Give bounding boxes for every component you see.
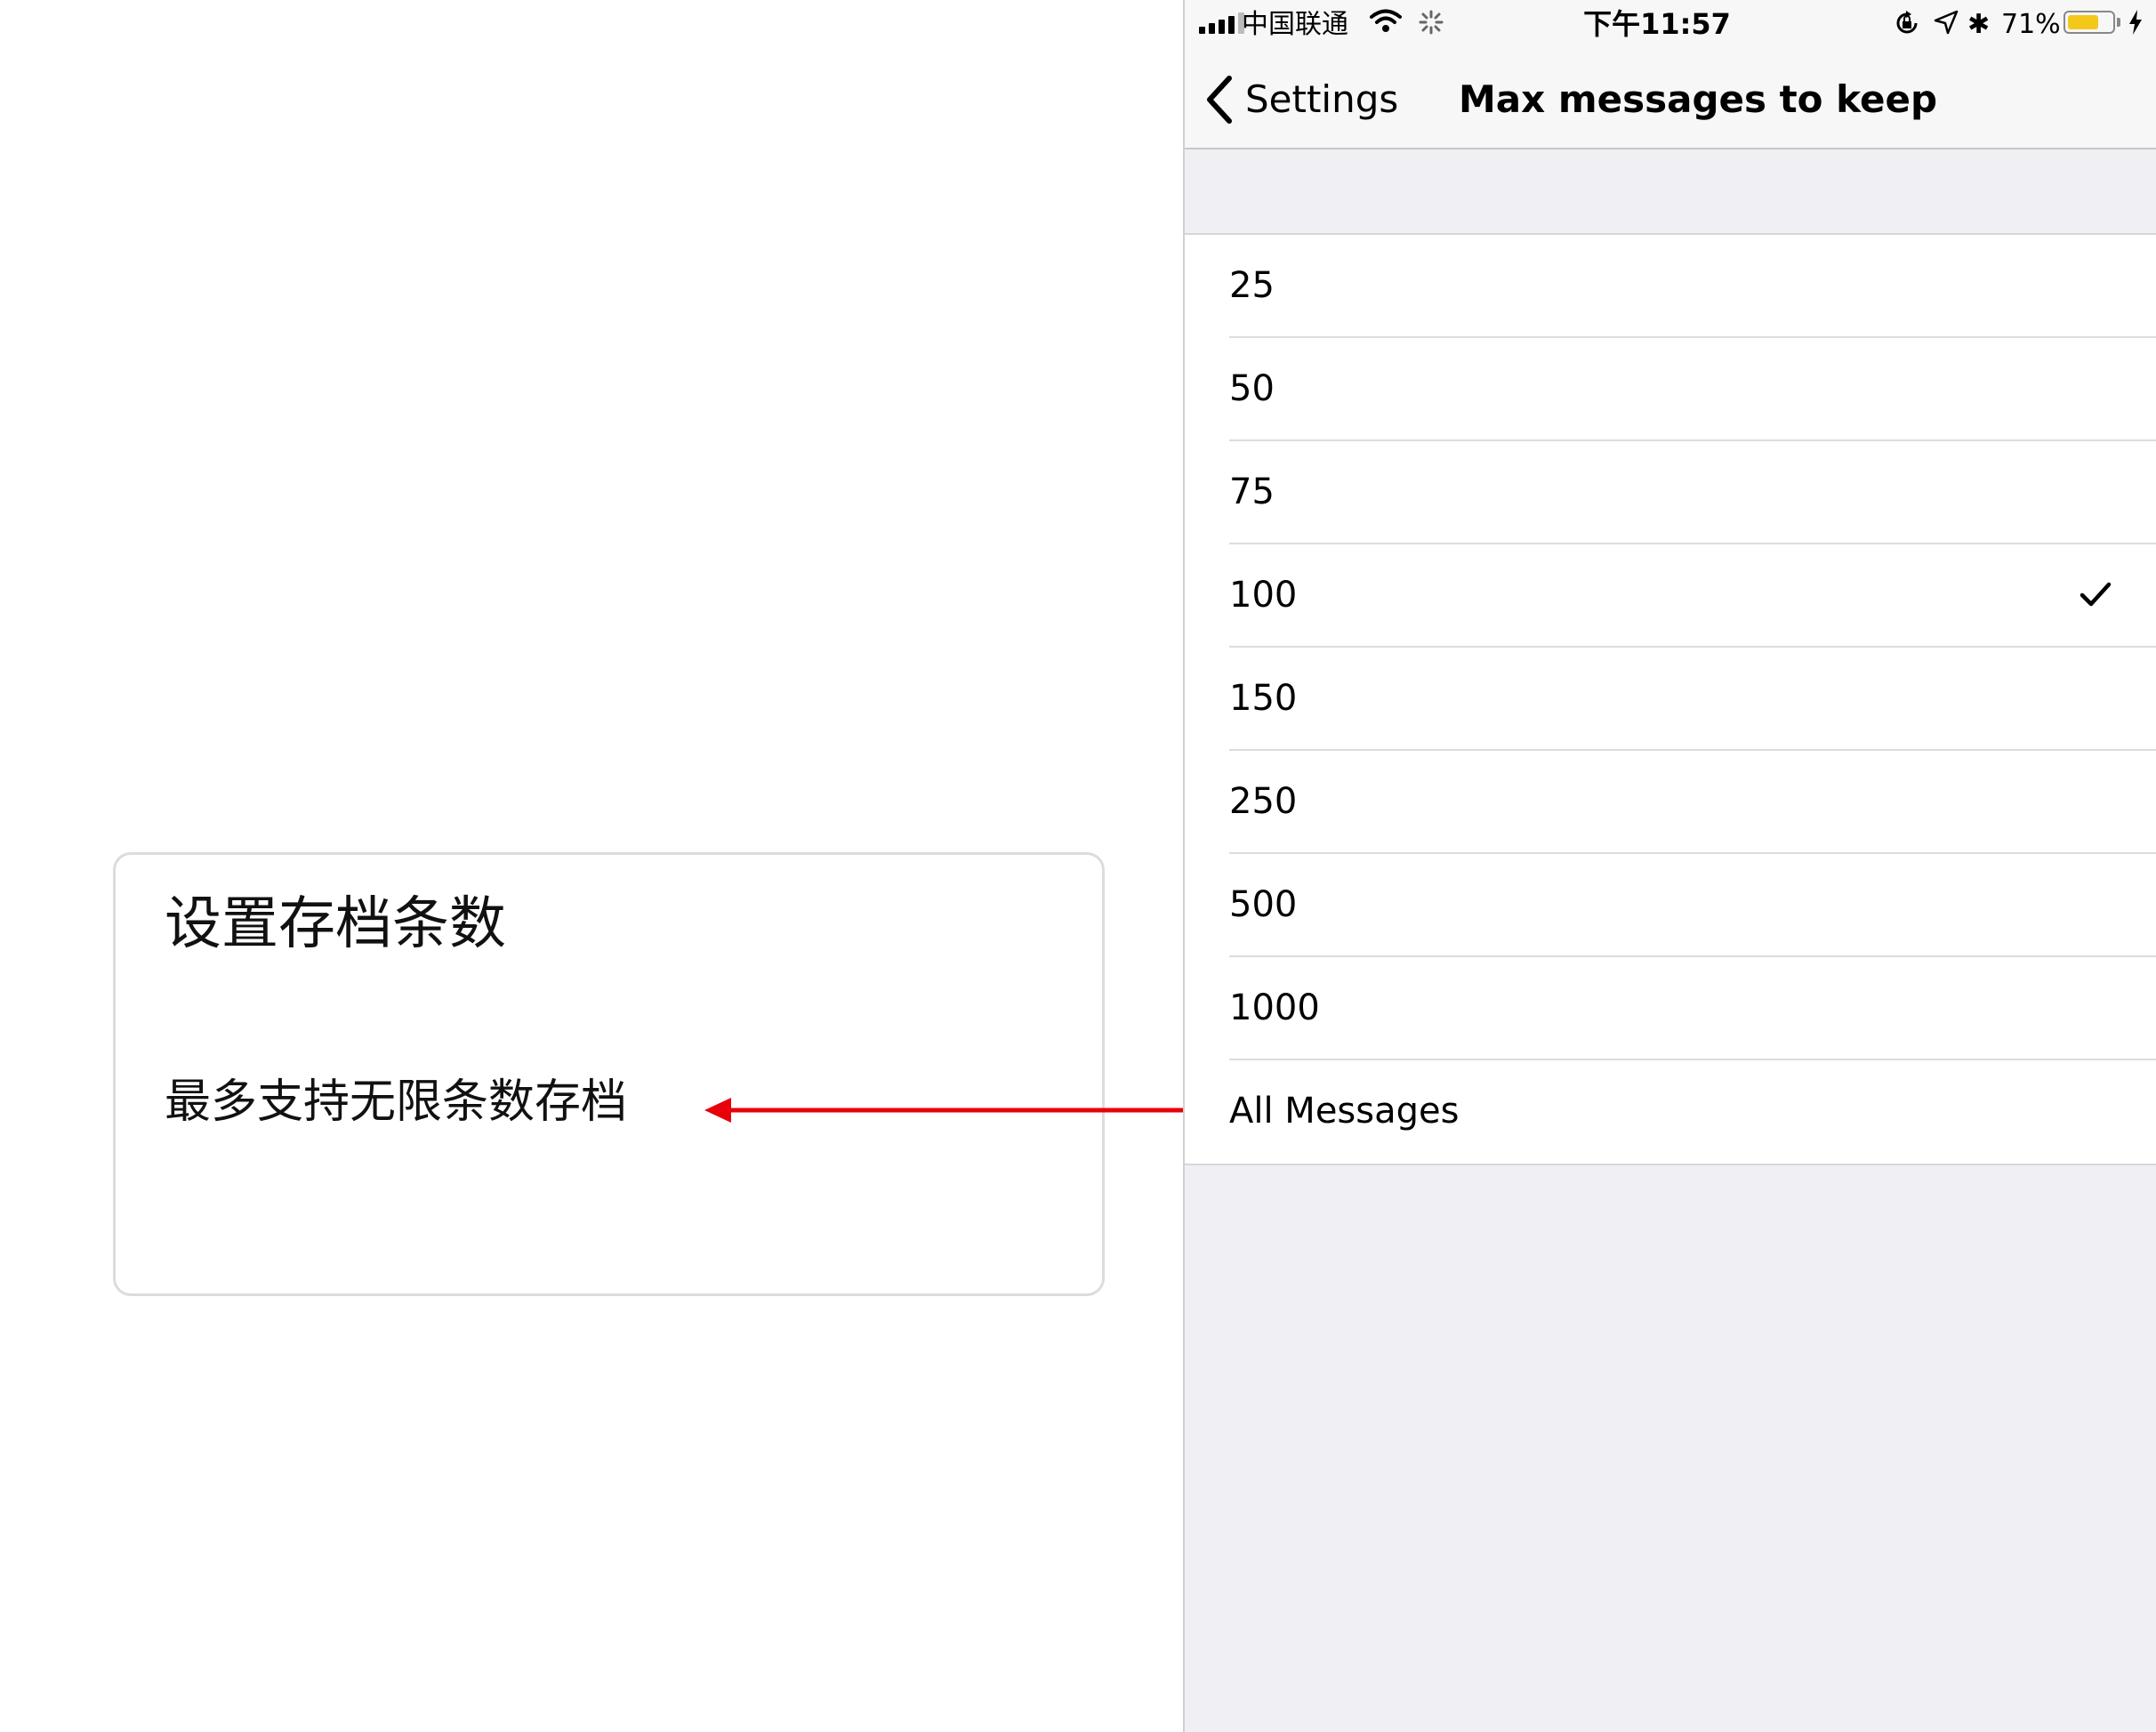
checkmark-icon	[2080, 582, 2112, 607]
chevron-left-icon	[1207, 76, 1232, 124]
option-label: 50	[1229, 368, 1275, 409]
navigation-bar: Settings Max messages to keep	[1185, 50, 2156, 149]
option-150[interactable]: 150	[1229, 648, 2156, 751]
option-1000[interactable]: 1000	[1229, 957, 2156, 1060]
option-100[interactable]: 100	[1229, 544, 2156, 648]
option-250[interactable]: 250	[1229, 751, 2156, 854]
option-25[interactable]: 25	[1229, 235, 2156, 338]
option-500[interactable]: 500	[1229, 854, 2156, 957]
option-all-messages[interactable]: All Messages	[1229, 1060, 2156, 1164]
annotation-arrow	[704, 1098, 1222, 1123]
option-50[interactable]: 50	[1229, 338, 2156, 441]
back-button[interactable]: Settings	[1204, 69, 1398, 130]
option-label: 25	[1229, 265, 1275, 306]
status-bar: 中国联通 下午11:57 ✱ 71%	[1185, 0, 2156, 50]
battery-percent: 71%	[2001, 9, 2061, 40]
battery-cap	[2117, 18, 2120, 27]
option-label: 150	[1229, 678, 1298, 719]
option-label: 500	[1229, 884, 1298, 925]
location-icon	[1934, 10, 1959, 35]
option-label: 1000	[1229, 987, 1320, 1028]
battery-icon	[2063, 11, 2115, 34]
option-75[interactable]: 75	[1229, 441, 2156, 544]
annotation-card: 设置存档条数 最多支持无限条数存档	[113, 852, 1105, 1296]
option-label: All Messages	[1229, 1091, 1460, 1132]
back-label: Settings	[1245, 77, 1399, 121]
phone-screen: 中国联通 下午11:57 ✱ 71% Settings Max messages…	[1183, 0, 2156, 1732]
annotation-title: 设置存档条数	[165, 891, 506, 957]
bluetooth-icon: ✱	[1967, 9, 1991, 40]
page-title: Max messages to keep	[1459, 77, 1938, 121]
options-list: 25 50 75 100 150 250 500 1000 All Messag…	[1185, 233, 2156, 1165]
status-time: 下午11:57	[1583, 7, 1731, 41]
option-label: 100	[1229, 575, 1298, 616]
annotation-description: 最多支持无限条数存档	[165, 1075, 628, 1129]
option-label: 75	[1229, 471, 1275, 512]
option-label: 250	[1229, 781, 1298, 822]
charging-icon	[2129, 10, 2142, 35]
rotation-lock-icon	[1896, 11, 1918, 34]
